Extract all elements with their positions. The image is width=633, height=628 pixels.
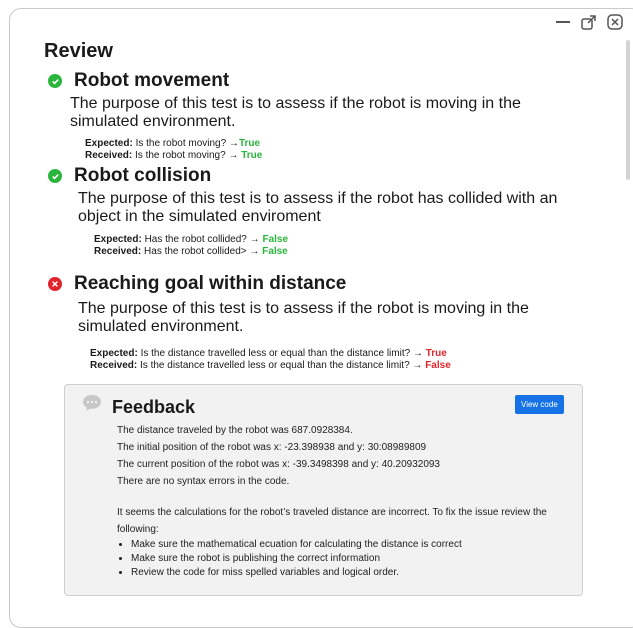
chat-bubble-icon — [81, 393, 103, 418]
received-label: Received: — [90, 359, 138, 371]
feedback-bullet: Review the code for miss spelled variabl… — [131, 566, 547, 580]
feedback-line: There are no syntax errors in the code. — [117, 476, 290, 487]
feedback-box: Feedback View code The distance traveled… — [64, 384, 583, 596]
expected-label: Expected: — [90, 348, 138, 359]
error-icon — [48, 277, 62, 291]
check-icon — [48, 169, 62, 183]
section-results: Expected: Is the robot moving? →True Rec… — [85, 138, 262, 161]
section-title: Robot movement — [74, 70, 230, 91]
received-label: Received: — [94, 245, 142, 257]
received-row: Received: Has the robot collided> → Fals… — [94, 246, 288, 258]
expected-value: False — [262, 234, 289, 245]
feedback-bullet: Make sure the mathematical ecuation for … — [131, 538, 547, 552]
received-text: Is the distance travelled less or equal … — [140, 359, 423, 371]
received-value: False — [425, 359, 451, 371]
minus-icon — [556, 21, 570, 23]
received-text: Has the robot collided> → — [144, 245, 260, 257]
section-results: Expected: Has the robot collided? → Fals… — [94, 234, 288, 257]
restore-button[interactable] — [579, 12, 599, 32]
expected-label: Expected: — [85, 138, 133, 149]
received-label: Received: — [85, 149, 133, 161]
expected-label: Expected: — [94, 234, 142, 245]
received-value: True — [241, 149, 263, 161]
section-heading-collision: Robot collision — [48, 165, 211, 187]
expected-text: Has the robot collided? → — [144, 234, 260, 245]
window-controls — [553, 12, 625, 32]
feedback-line: The initial position of the robot was x:… — [117, 442, 427, 453]
scrollbar[interactable] — [626, 40, 630, 180]
minimize-button[interactable] — [553, 12, 573, 32]
received-row: Received: Is the robot moving? → True — [85, 150, 262, 162]
page-title: Review — [44, 40, 113, 62]
expected-text: Is the robot moving? → — [135, 138, 239, 149]
feedback-bullet: Make sure the robot is publishing the co… — [131, 552, 547, 566]
section-title: Robot collision — [74, 165, 212, 186]
section-title: Reaching goal within distance — [74, 273, 347, 294]
feedback-body: The distance traveled by the robot was 6… — [117, 422, 547, 580]
section-results: Expected: Is the distance travelled less… — [90, 348, 451, 371]
view-code-button[interactable]: View code — [515, 395, 564, 414]
expected-row: Expected: Is the distance travelled less… — [90, 348, 451, 360]
feedback-line: The current position of the robot was x:… — [117, 459, 440, 470]
close-button[interactable] — [605, 12, 625, 32]
section-description: The purpose of this test is to assess if… — [78, 300, 529, 336]
received-value: False — [262, 245, 288, 257]
expected-row: Expected: Is the robot moving? →True — [85, 138, 262, 150]
section-description: The purpose of this test is to assess if… — [70, 95, 521, 131]
section-description: The purpose of this test is to assess if… — [78, 190, 558, 226]
received-row: Received: Is the distance travelled less… — [90, 360, 451, 372]
expected-text: Is the distance travelled less or equal … — [140, 348, 423, 359]
feedback-paragraph: It seems the calculations for the robot’… — [117, 507, 547, 535]
section-heading-movement: Robot movement — [48, 70, 229, 92]
feedback-title: Feedback — [112, 397, 196, 417]
expected-value: True — [425, 348, 447, 359]
received-text: Is the robot moving? → — [135, 149, 239, 161]
section-heading-goal: Reaching goal within distance — [48, 273, 346, 295]
check-icon — [48, 74, 62, 88]
external-icon — [581, 15, 596, 30]
feedback-list: Make sure the mathematical ecuation for … — [117, 538, 547, 580]
expected-row: Expected: Has the robot collided? → Fals… — [94, 234, 288, 246]
close-icon — [607, 14, 623, 30]
expected-value: True — [238, 138, 261, 149]
feedback-line: The distance traveled by the robot was 6… — [117, 425, 353, 436]
